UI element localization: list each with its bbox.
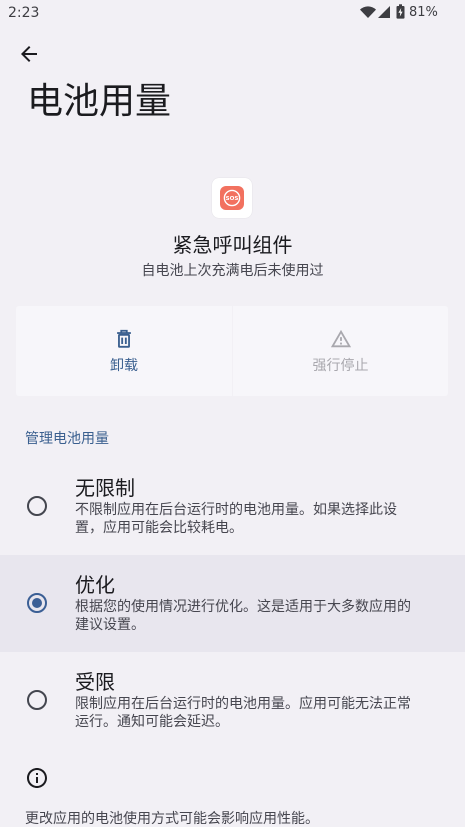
option-restricted[interactable]: 受限 限制应用在后台运行时的电池用量。应用可能无法正常运行。通知可能会延迟。 [0,652,465,749]
force-stop-label: 强行停止 [312,358,369,374]
trash-icon [113,328,135,350]
page-title: 电池用量 [27,81,172,122]
option-description: 根据您的使用情况进行优化。这是适用于大多数应用的建议设置。 [75,599,411,633]
battery-percent: 81% [409,5,438,20]
force-stop-button[interactable]: 强行停止 [233,306,448,396]
sos-logo-text: SOS [226,196,239,202]
option-optimized[interactable]: 优化 根据您的使用情况进行优化。这是适用于大多数应用的建议设置。 [0,555,465,652]
battery-charging-icon [396,4,405,19]
app-info-battery-screen: 2:23 81% 电池用量 SOS 紧急呼叫组件 自电池上次充满电后未使用过 卸… [0,0,465,827]
radio-button[interactable] [27,689,47,710]
arrow-back-icon[interactable] [17,42,41,66]
radio-dot [32,597,42,608]
footer-note: 更改应用的电池使用方式可能会影响应用性能。 [25,811,319,827]
option-description: 不限制应用在后台运行时的电池用量。如果选择此设置，应用可能会比较耗电。 [75,502,397,536]
uninstall-label: 卸载 [110,358,138,374]
cell-signal-icon [378,6,390,18]
option-title: 受限 [75,670,115,694]
option-description: 限制应用在后台运行时的电池用量。应用可能无法正常运行。通知可能会延迟。 [75,696,411,730]
radio-button[interactable] [27,592,47,613]
option-title: 无限制 [75,476,135,500]
section-title: 管理电池用量 [25,431,109,447]
warning-icon [330,328,352,350]
info-icon [25,766,49,790]
sos-app-icon: SOS [212,178,252,218]
app-name: 紧急呼叫组件 [172,233,293,257]
wifi-icon [360,6,376,18]
option-title: 优化 [75,573,115,597]
app-battery-summary: 自电池上次充满电后未使用过 [141,263,324,279]
radio-button[interactable] [27,495,47,516]
option-unrestricted[interactable]: 无限制 不限制应用在后台运行时的电池用量。如果选择此设置，应用可能会比较耗电。 [0,458,465,555]
uninstall-button[interactable]: 卸载 [16,306,232,396]
status-time: 2:23 [8,5,40,21]
